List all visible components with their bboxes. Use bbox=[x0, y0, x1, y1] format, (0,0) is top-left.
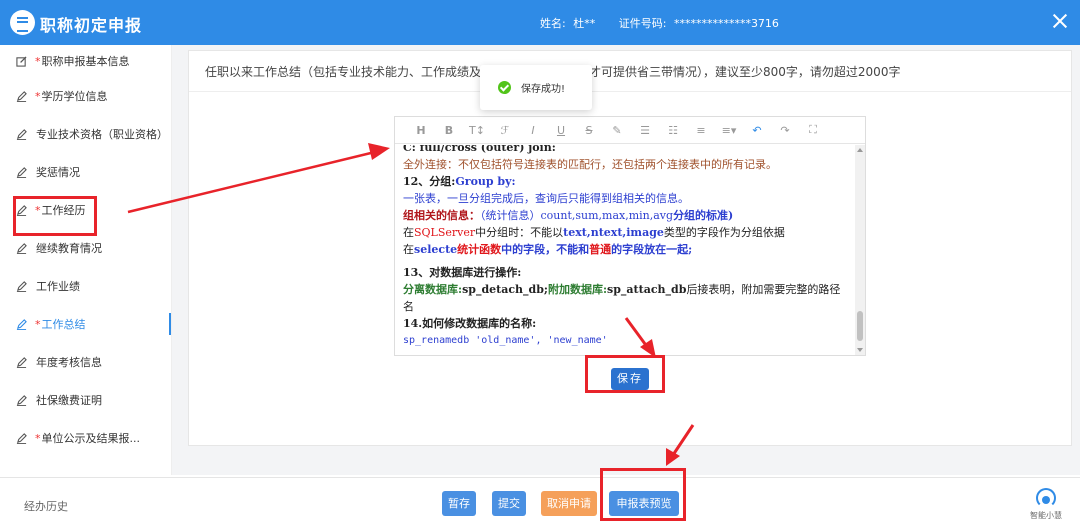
align-dropdown-icon[interactable]: ≡▾ bbox=[715, 124, 743, 137]
editor-line: 全外连接：不仅包括符号连接表的匹配行，还包括两个连接表中的所有记录。 bbox=[403, 158, 777, 171]
document-icon bbox=[10, 10, 35, 35]
divider bbox=[189, 91, 1071, 92]
name-value: 杜** bbox=[573, 17, 596, 30]
redo-icon[interactable]: ↷ bbox=[771, 124, 799, 137]
pen-icon bbox=[16, 280, 27, 292]
editor-line: 在selecte统计函数中的字段，不能和普通的字段放在一起; bbox=[403, 243, 693, 256]
undo-icon[interactable]: ↶ bbox=[743, 124, 771, 137]
sidebar-item-basic-info[interactable]: * 职称申报基本信息 bbox=[0, 45, 171, 77]
sidebar-item-work-summary[interactable]: * 工作总结 bbox=[0, 305, 171, 343]
heading-icon[interactable]: H bbox=[407, 124, 435, 137]
numbered-list-icon[interactable]: ☷ bbox=[659, 124, 687, 137]
edit-square-icon bbox=[16, 55, 27, 67]
sidebar-item-continuing-education[interactable]: 继续教育情况 bbox=[0, 229, 171, 267]
sidebar-item-label: 职称申报基本信息 bbox=[41, 55, 130, 68]
sidebar-nav: * 职称申报基本信息 * 学历学位信息 专业技术资格（职业资格） 奖惩情况 * … bbox=[0, 45, 172, 475]
editor-line: 14.如何修改数据库的名称: bbox=[403, 317, 537, 330]
success-toast: 保存成功! bbox=[480, 65, 592, 110]
editor-toolbar: H B T↕ ℱ I U S ✎ ☰ ☷ ≡ ≡▾ ↶ ↷ ⛶ bbox=[395, 117, 865, 144]
sidebar-item-qualification[interactable]: 专业技术资格（职业资格） bbox=[0, 115, 171, 153]
editor-content[interactable]: C: full/cross (outer) join: 全外连接：不仅包括符号连… bbox=[395, 145, 857, 355]
sidebar-item-label: 社保缴费证明 bbox=[36, 394, 102, 407]
close-icon[interactable] bbox=[1050, 11, 1070, 31]
editor-line: 名 bbox=[403, 300, 414, 313]
sidebar-item-label: 单位公示及结果报... bbox=[41, 432, 141, 445]
sidebar-item-annual-review[interactable]: 年度考核信息 bbox=[0, 343, 171, 381]
preview-button[interactable]: 申报表预览 bbox=[609, 491, 679, 516]
editor-line: 分离数据库:sp_detach_db;附加数据库:sp_attach_db后接表… bbox=[403, 283, 841, 296]
strikethrough-icon[interactable]: S bbox=[575, 124, 603, 137]
pen-icon bbox=[16, 318, 27, 330]
user-info: 姓名: 杜** 证件号码: **************3716 bbox=[540, 15, 783, 31]
align-left-icon[interactable]: ≡ bbox=[687, 124, 715, 137]
required-mark: * bbox=[35, 89, 41, 103]
sidebar-item-rewards[interactable]: 奖惩情况 bbox=[0, 153, 171, 191]
pen-icon bbox=[16, 166, 27, 178]
history-link[interactable]: 经办历史 bbox=[24, 498, 68, 514]
bullet-list-icon[interactable]: ☰ bbox=[631, 124, 659, 137]
editor-line: 组相关的信息：（统计信息）count,sum,max,min,avg分组的标准) bbox=[403, 209, 734, 222]
pen-icon bbox=[16, 242, 27, 254]
pen-icon bbox=[16, 356, 27, 368]
scroll-thumb[interactable] bbox=[857, 311, 863, 341]
sidebar-item-label: 继续教育情况 bbox=[36, 242, 102, 255]
sidebar-item-label: 年度考核信息 bbox=[36, 356, 102, 369]
sidebar-item-education[interactable]: * 学历学位信息 bbox=[0, 77, 171, 115]
pen-icon bbox=[16, 394, 27, 406]
main-content: 任职以来工作总结（包括专业技术能力、工作成绩及履行职责等，专才人才可提供省三带情… bbox=[172, 45, 1080, 475]
cancel-application-button[interactable]: 取消申请 bbox=[541, 491, 597, 516]
required-mark: * bbox=[35, 431, 41, 445]
sidebar-item-work-experience[interactable]: * 工作经历 bbox=[0, 191, 171, 229]
required-mark: * bbox=[35, 54, 41, 68]
assistant-label: 智能小慧 bbox=[1030, 511, 1062, 520]
app-title: 职称初定申报 bbox=[40, 16, 143, 35]
pen-icon bbox=[16, 432, 27, 444]
headset-icon bbox=[1036, 488, 1056, 508]
editor-line: 一张表，一旦分组完成后，查询后只能得到组相关的信息。 bbox=[403, 192, 689, 205]
sidebar-item-label: 学历学位信息 bbox=[41, 90, 108, 103]
footer-bar: 经办历史 暂存 提交 取消申请 申报表预览 智能小慧 bbox=[0, 477, 1080, 523]
sidebar-item-label: 奖惩情况 bbox=[36, 166, 80, 179]
save-button[interactable]: 保存 bbox=[611, 368, 649, 390]
scroll-down-icon[interactable] bbox=[857, 348, 863, 352]
underline-icon[interactable]: U bbox=[547, 124, 575, 137]
editor-line: 在SQLServer中分组时：不能以text,ntext,image类型的字段作… bbox=[403, 226, 785, 239]
assistant-widget[interactable]: 智能小慧 bbox=[1022, 488, 1070, 521]
sidebar-item-achievements[interactable]: 工作业绩 bbox=[0, 267, 171, 305]
brush-icon[interactable]: ✎ bbox=[603, 124, 631, 137]
italic-icon[interactable]: I bbox=[519, 124, 547, 137]
editor-line: 13、对数据库进行操作: bbox=[403, 266, 522, 279]
sidebar-item-label: 工作经历 bbox=[41, 204, 86, 217]
toast-message: 保存成功! bbox=[521, 84, 566, 95]
required-mark: * bbox=[35, 203, 41, 217]
draft-button[interactable]: 暂存 bbox=[442, 491, 476, 516]
sidebar-item-label: 工作业绩 bbox=[36, 280, 80, 293]
sidebar-item-label: 专业技术资格（职业资格） bbox=[36, 128, 168, 141]
editor-line: sp_renamedb 'old_name', 'new_name' bbox=[403, 335, 608, 346]
editor-line: C: full/cross (outer) join: bbox=[403, 145, 556, 154]
font-family-icon[interactable]: ℱ bbox=[491, 124, 519, 137]
bold-icon[interactable]: B bbox=[435, 124, 463, 137]
sidebar-item-label: 工作总结 bbox=[41, 318, 86, 331]
work-summary-panel: 任职以来工作总结（包括专业技术能力、工作成绩及履行职责等，专才人才可提供省三带情… bbox=[188, 50, 1072, 446]
scroll-up-icon[interactable] bbox=[857, 148, 863, 152]
required-mark: * bbox=[35, 317, 41, 331]
name-label: 姓名: bbox=[540, 17, 566, 30]
pen-icon bbox=[16, 90, 27, 102]
pen-icon bbox=[16, 204, 27, 216]
active-indicator bbox=[169, 313, 171, 335]
cert-label: 证件号码: bbox=[618, 17, 667, 30]
fullscreen-icon[interactable]: ⛶ bbox=[799, 123, 827, 137]
pen-icon bbox=[16, 128, 27, 140]
app-header: 职称初定申报 姓名: 杜** 证件号码: **************3716 bbox=[0, 0, 1080, 45]
editor-line: 12、分组:Group by: bbox=[403, 175, 516, 188]
rich-text-editor[interactable]: H B T↕ ℱ I U S ✎ ☰ ☷ ≡ ≡▾ ↶ ↷ ⛶ C: full/… bbox=[394, 116, 866, 356]
sidebar-item-public-notice[interactable]: * 单位公示及结果报... bbox=[0, 419, 171, 457]
cert-value: **************3716 bbox=[673, 17, 779, 30]
check-circle-icon bbox=[498, 81, 511, 94]
sidebar-item-social-security[interactable]: 社保缴费证明 bbox=[0, 381, 171, 419]
font-size-icon[interactable]: T↕ bbox=[463, 124, 491, 137]
editor-scrollbar[interactable] bbox=[855, 145, 865, 355]
submit-button[interactable]: 提交 bbox=[492, 491, 526, 516]
